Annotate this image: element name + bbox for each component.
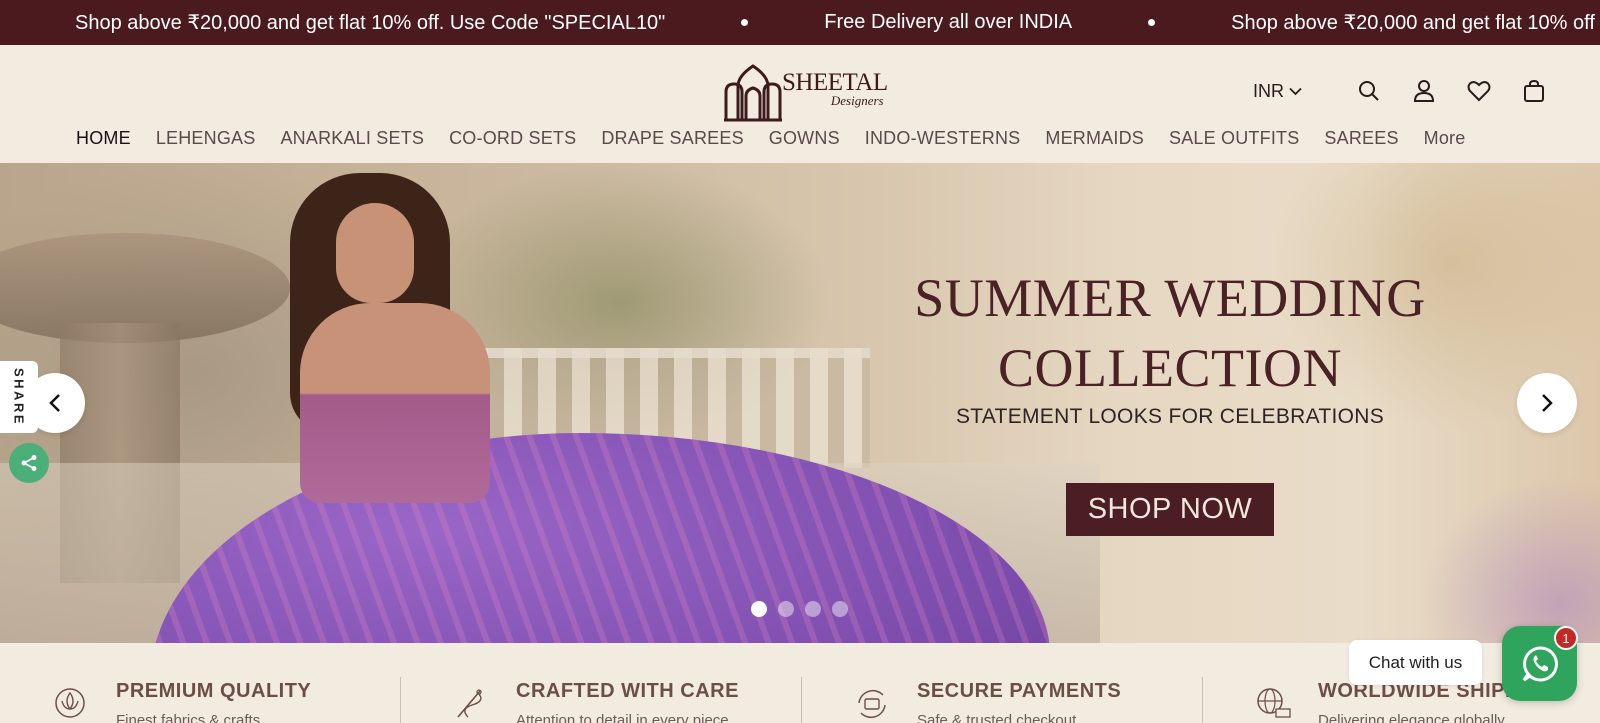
hero-title-line: SUMMER WEDDING (914, 268, 1426, 328)
feature-divider (801, 677, 802, 723)
slider-dots (751, 601, 848, 617)
feature-divider (1202, 677, 1203, 723)
slider-dot[interactable] (778, 601, 794, 617)
main-nav: HOME LEHENGAS ANARKALI SETS CO-ORD SETS … (76, 123, 1490, 153)
header-utilities: INR (1253, 75, 1548, 107)
separator-dot (1148, 19, 1156, 26)
nav-item-indo-westerns[interactable]: INDO-WESTERNS (865, 128, 1021, 149)
hero-image-model (300, 303, 490, 503)
hero-title: SUMMER WEDDING COLLECTION (880, 263, 1460, 403)
hero-title-line: COLLECTION (998, 338, 1342, 398)
feature-title: SECURE PAYMENTS (917, 680, 1122, 702)
shop-now-button[interactable]: SHOP NOW (1066, 483, 1274, 536)
search-icon (1359, 81, 1379, 101)
whatsapp-icon (1522, 645, 1558, 681)
nav-item-more[interactable]: More (1424, 128, 1466, 149)
lotus-badge-icon (55, 688, 85, 718)
feature-desc: Attention to detail in every piece (516, 712, 729, 723)
chevron-right-icon (1542, 394, 1553, 412)
announcement-bar: Shop above ₹20,000 and get flat 10% off.… (0, 0, 1600, 45)
nav-item-co-ord-sets[interactable]: CO-ORD SETS (449, 128, 576, 149)
slider-dot[interactable] (751, 601, 767, 617)
chat-label[interactable]: Chat with us (1349, 640, 1482, 685)
share-icon (21, 455, 37, 471)
nav-item-gowns[interactable]: GOWNS (769, 128, 840, 149)
share-tab[interactable]: SHARE (0, 361, 38, 433)
hero-subtitle: STATEMENT LOOKS FOR CELEBRATIONS (955, 405, 1385, 428)
announcement-message: Shop above ₹20,000 and get flat 10% off (1231, 12, 1595, 34)
nav-item-home[interactable]: HOME (76, 128, 131, 149)
logo-wordmark: SHEETAL Designers (782, 69, 888, 108)
wishlist-button[interactable] (1465, 77, 1493, 105)
feature-desc: Delivering elegance globally (1318, 712, 1505, 723)
site-logo[interactable]: SHEETAL Designers (722, 61, 888, 123)
currency-selector[interactable]: INR (1253, 81, 1302, 102)
currency-label: INR (1253, 80, 1284, 101)
feature-title: CRAFTED WITH CARE (516, 680, 739, 702)
hero-banner: SUMMER WEDDING COLLECTION STATEMENT LOOK… (0, 163, 1600, 643)
palace-logo-icon (724, 64, 782, 122)
feature-desc: Safe & trusted checkout (917, 712, 1077, 723)
slider-next-button[interactable] (1517, 373, 1577, 433)
chevron-down-icon (1289, 87, 1302, 95)
notification-badge: 1 (1554, 626, 1578, 650)
nav-item-anarkali-sets[interactable]: ANARKALI SETS (280, 128, 424, 149)
feature-divider (400, 677, 401, 723)
slider-dot[interactable] (805, 601, 821, 617)
site-header: SHEETAL Designers INR HOME LEHENGAS ANAR… (0, 45, 1600, 163)
separator-dot (741, 19, 749, 26)
nav-item-lehengas[interactable]: LEHENGAS (156, 128, 256, 149)
announcement-message: Shop above ₹20,000 and get flat 10% off.… (75, 12, 666, 34)
search-button[interactable] (1355, 77, 1383, 105)
cart-button[interactable] (1520, 77, 1548, 105)
nav-item-drape-sarees[interactable]: DRAPE SAREES (601, 128, 743, 149)
cart-icon (1524, 79, 1544, 102)
account-icon (1413, 80, 1435, 102)
feature-desc: Finest fabrics & crafts (116, 712, 261, 723)
wishlist-icon (1467, 81, 1491, 102)
secure-payment-icon (858, 689, 886, 719)
nav-item-mermaids[interactable]: MERMAIDS (1045, 128, 1144, 149)
logo-sub: Designers (830, 93, 884, 108)
logo-brand: SHEETAL (782, 69, 888, 96)
account-button[interactable] (1410, 77, 1438, 105)
hero-image-model-face (336, 203, 414, 303)
share-button[interactable] (9, 443, 49, 483)
share-label: SHARE (11, 367, 27, 426)
chevron-left-icon (49, 394, 60, 412)
nav-item-sale-outfits[interactable]: SALE OUTFITS (1169, 128, 1299, 149)
nav-item-sarees[interactable]: SAREES (1324, 128, 1398, 149)
globe-truck-icon (1257, 688, 1291, 718)
feature-title: PREMIUM QUALITY (116, 680, 312, 702)
needle-thread-icon (457, 689, 482, 718)
slider-dot[interactable] (832, 601, 848, 617)
announcement-message: Free Delivery all over INDIA (824, 11, 1073, 33)
